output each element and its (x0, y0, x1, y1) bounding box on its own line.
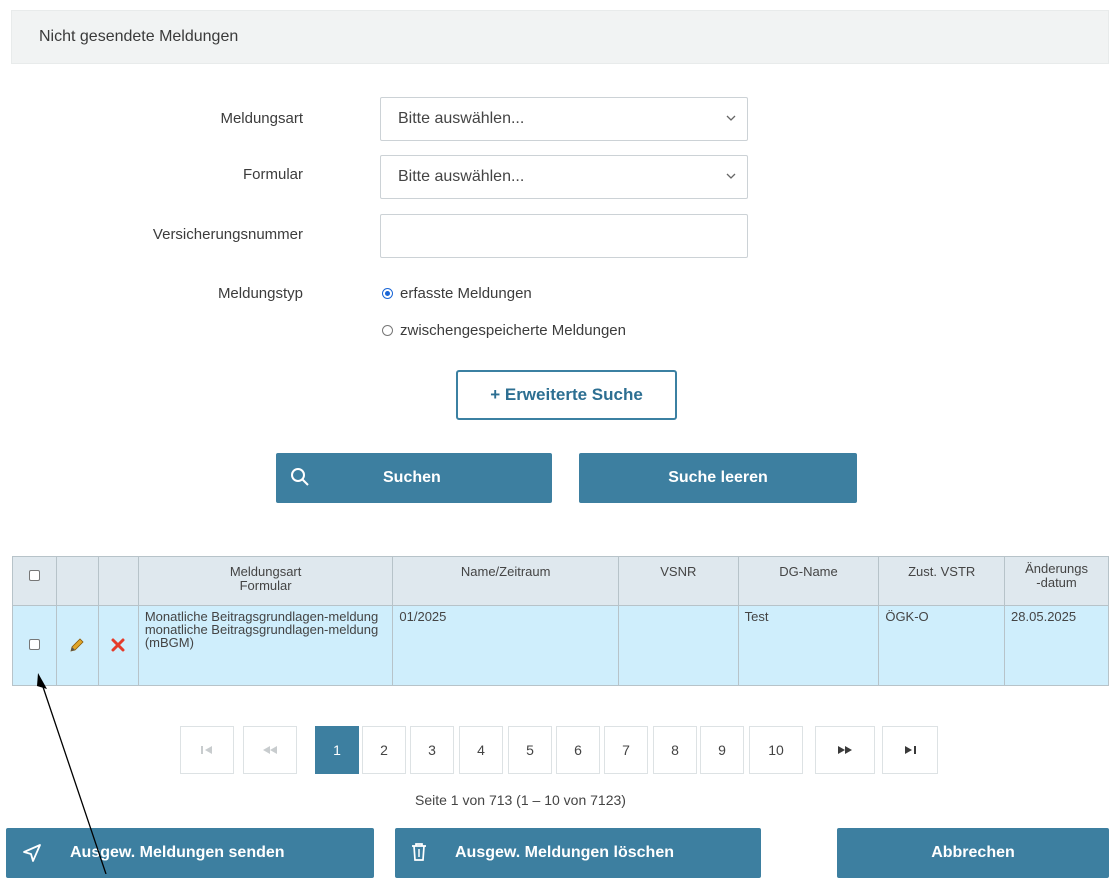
send-icon (23, 844, 41, 862)
extended-search-button[interactable]: + Erweiterte Suche (456, 370, 677, 420)
column-header-name-zeitraum[interactable]: Name/Zeitraum (392, 556, 619, 606)
search-icon (291, 468, 309, 486)
radio-zwischengespeicherte-meldungen[interactable]: zwischengespeicherte Meldungen (382, 322, 626, 339)
select-all-checkbox[interactable] (28, 570, 40, 581)
search-button[interactable]: Suchen (276, 453, 552, 503)
row-edit-cell (55, 605, 99, 686)
column-header-aenderungsdatum[interactable]: Änderungs -datum (1004, 556, 1109, 606)
delete-x-icon[interactable] (110, 637, 126, 653)
chevron-down-icon (726, 115, 736, 121)
formular-label: Formular (242, 166, 303, 183)
meldungsart-select[interactable]: Bitte auswählen... (380, 97, 748, 141)
header-meldungsart-label: Meldungsart (229, 564, 302, 579)
search-button-label: Suchen (383, 469, 441, 486)
header-aenderung-1: Änderungs (1025, 561, 1088, 576)
delete-column-header (97, 556, 139, 606)
delete-selected-button[interactable]: Ausgew. Meldungen löschen (395, 828, 761, 878)
meldungstyp-label: Meldungstyp (217, 285, 303, 302)
column-header-vsnr[interactable]: VSNR (617, 556, 739, 606)
column-header-zust-vstr[interactable]: Zust. VSTR (878, 556, 1006, 606)
last-page-button[interactable] (882, 726, 938, 774)
cell-aenderungsdatum: 28.05.2025 (1004, 605, 1109, 686)
row-select-cell (12, 605, 57, 686)
cell-name-zeitraum: 01/2025 (392, 605, 619, 686)
clear-search-button[interactable]: Suche leeren (579, 453, 857, 503)
meldungsart-label: Meldungsart (220, 110, 303, 127)
trash-icon (412, 843, 426, 861)
chevron-down-icon (726, 173, 736, 179)
column-header-dg-name[interactable]: DG-Name (737, 556, 880, 606)
results-table: Meldungsart Formular Name/Zeitraum VSNR D… (12, 556, 1109, 686)
meldungsart-value: Bitte auswählen... (398, 110, 525, 127)
table-header-row: Meldungsart Formular Name/Zeitraum VSNR D… (12, 556, 1109, 606)
pencil-icon[interactable] (68, 636, 86, 654)
column-header-meldungsart[interactable]: Meldungsart Formular (137, 556, 394, 606)
header-aenderung-2: -datum (1036, 575, 1077, 590)
page-title: Nicht gesendete Meldungen (39, 28, 239, 45)
pagination-info: Seite 1 von 713 (1 – 10 von 7123) (415, 792, 626, 808)
radio-button-unchecked[interactable] (382, 325, 393, 336)
last-page-icon (905, 746, 916, 754)
page-button-9[interactable]: 9 (700, 726, 744, 774)
cell-vsnr (617, 605, 739, 686)
header-name-zeitraum-label: Name/Zeitraum (460, 564, 551, 579)
page-button-1[interactable]: 1 (315, 726, 359, 774)
versicherungsnummer-input[interactable] (380, 214, 748, 258)
radio-button-checked[interactable] (382, 288, 393, 299)
page-button-7[interactable]: 7 (604, 726, 648, 774)
cell-zust-vstr: ÖGK-O (878, 605, 1006, 686)
formular-select[interactable]: Bitte auswählen... (380, 155, 748, 199)
header-formular-label: Formular (239, 578, 292, 593)
cancel-button[interactable]: Abbrechen (837, 828, 1109, 878)
page-header: Nicht gesendete Meldungen (11, 10, 1109, 64)
previous-page-button[interactable] (243, 726, 297, 774)
row-delete-cell (97, 605, 139, 686)
header-vsnr-label: VSNR (660, 564, 697, 579)
next-page-button[interactable] (815, 726, 875, 774)
select-all-cell (12, 556, 57, 606)
page-button-10[interactable]: 10 (749, 726, 803, 774)
versicherungsnummer-label: Versicherungsnummer (152, 226, 303, 243)
page-button-8[interactable]: 8 (653, 726, 697, 774)
next-page-icon (838, 746, 852, 754)
page-button-6[interactable]: 6 (556, 726, 600, 774)
page-button-5[interactable]: 5 (508, 726, 552, 774)
delete-selected-label: Ausgew. Meldungen löschen (455, 844, 674, 861)
send-selected-label: Ausgew. Meldungen senden (70, 844, 285, 861)
formular-value: monatliche Beitragsgrundlagen-meldung (m… (144, 622, 379, 650)
edit-column-header (55, 556, 99, 606)
table-row[interactable]: Monatliche Beitragsgrundlagen-meldung mo… (12, 605, 1109, 686)
header-zust-vstr-label: Zust. VSTR (908, 564, 976, 579)
row-checkbox[interactable] (28, 639, 40, 650)
send-selected-button[interactable]: Ausgew. Meldungen senden (6, 828, 374, 878)
page-button-3[interactable]: 3 (410, 726, 454, 774)
cell-meldungsart: Monatliche Beitragsgrundlagen-meldung mo… (137, 605, 394, 686)
radio-erfasste-meldungen[interactable]: erfasste Meldungen (382, 285, 532, 302)
page-button-2[interactable]: 2 (362, 726, 406, 774)
page-button-4[interactable]: 4 (459, 726, 503, 774)
cell-dg-name: Test (737, 605, 880, 686)
previous-page-icon (263, 746, 277, 754)
first-page-button[interactable] (180, 726, 234, 774)
first-page-icon (201, 746, 212, 754)
header-dg-name-label: DG-Name (779, 564, 838, 579)
radio-label: erfasste Meldungen (400, 285, 532, 302)
radio-label: zwischengespeicherte Meldungen (400, 322, 626, 339)
formular-value: Bitte auswählen... (398, 168, 525, 185)
